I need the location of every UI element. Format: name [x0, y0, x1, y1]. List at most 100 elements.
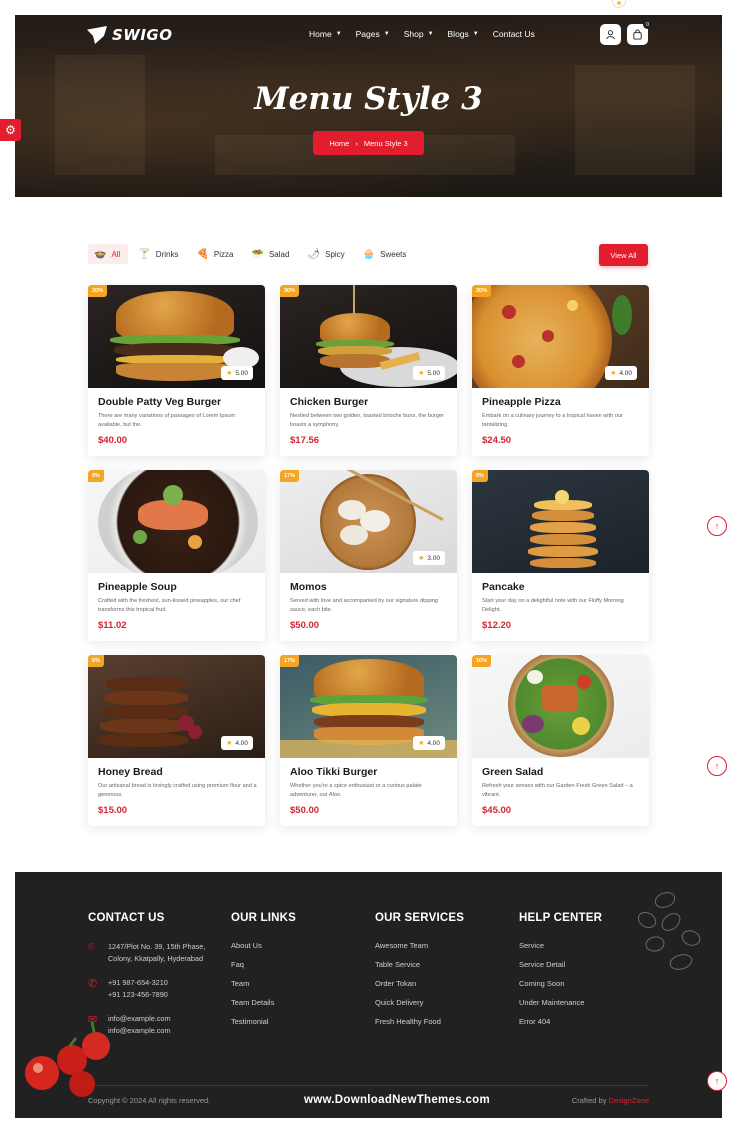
footer-heading: OUR LINKS — [231, 912, 297, 924]
gear-icon: ⚙ — [5, 123, 16, 137]
item-price: $50.00 — [290, 620, 320, 631]
settings-toggle[interactable]: ⚙ — [0, 119, 21, 141]
footer-link-quick-delivery[interactable]: Quick Delivery — [375, 998, 464, 1017]
filter-all[interactable]: 🍲 All — [88, 244, 129, 264]
menu-grid: 20% ★ 5.00 Double Patty Veg Burger There … — [88, 285, 649, 826]
filter-salad[interactable]: 🥗 Salad — [245, 244, 297, 264]
item-description: Start your day on a delightful note with… — [482, 598, 624, 613]
all-food-icon: 🍲 — [94, 248, 107, 260]
footer-link-table-service[interactable]: Table Service — [375, 960, 464, 979]
item-description: Our artisanal bread is lovingly crafted … — [98, 783, 257, 798]
rating-value: 5.00 — [235, 369, 248, 377]
brand-logo[interactable]: SWIGO — [87, 26, 173, 44]
menu-card[interactable]: 8% Pancake Start your day on a delightfu… — [472, 470, 649, 641]
menu-card[interactable]: 8% Pineapple Soup Crafted with the fresh… — [88, 470, 265, 641]
page-frame: SWIGO Home ▼ Pages ▼ Shop ▼ Blogs ▼ Contact … — [15, 15, 722, 1118]
star-icon: ★ — [226, 740, 233, 747]
nav-item-home[interactable]: Home ▼ — [309, 29, 342, 39]
nav-item-shop[interactable]: Shop ▼ — [404, 29, 434, 39]
filter-spicy[interactable]: 🌶 Spicy — [301, 244, 352, 264]
breadcrumb-home-link[interactable]: Home — [329, 139, 349, 148]
cart-button[interactable]: 0 — [627, 20, 652, 45]
rating-badge: ★ 4.00 — [413, 736, 445, 750]
item-price: $11.02 — [98, 620, 127, 631]
footer-link-testimonial[interactable]: Testimonial — [231, 1017, 296, 1036]
crafted-brand-link[interactable]: DexignZone — [609, 1096, 649, 1105]
filter-label: Pizza — [213, 249, 234, 259]
filter-pizza[interactable]: 🍕 Pizza — [190, 244, 241, 264]
arrow-up-icon: ↑ — [714, 1076, 720, 1086]
scroll-to-top-button[interactable]: ↑ — [707, 516, 727, 536]
scroll-to-top-button[interactable]: ↑ — [707, 1071, 727, 1091]
item-name[interactable]: Double Patty Veg Burger — [98, 396, 221, 408]
menu-card[interactable]: 6% ★ 4.00 Honey Bread Our artisanal bread… — [88, 655, 265, 826]
footer-link-order-tokan[interactable]: Order Tokan — [375, 979, 464, 998]
chevron-down-icon: ▼ — [335, 31, 342, 37]
nav-item-contact[interactable]: Contact Us — [493, 29, 535, 39]
item-name[interactable]: Momos — [290, 581, 327, 593]
item-price: $12.20 — [482, 620, 512, 631]
item-description: Refresh your senses with our Garden Fres… — [482, 783, 633, 798]
food-image: 8% — [88, 470, 265, 573]
view-all-button[interactable]: View All — [599, 244, 648, 266]
item-price: $40.00 — [98, 435, 128, 446]
menu-card[interactable]: 20% ★ 5.00 Double Patty Veg Burger There … — [88, 285, 265, 456]
footer-heading: HELP CENTER — [519, 912, 603, 924]
main-nav: Home ▼ Pages ▼ Shop ▼ Blogs ▼ Contact Us — [309, 29, 535, 39]
item-name[interactable]: Pineapple Soup — [98, 581, 177, 593]
filter-drinks[interactable]: 🍸 Drinks — [132, 244, 186, 264]
phone-number[interactable]: +91 987-654-3210 — [108, 977, 168, 989]
item-description: Served with love and accompanied by our … — [290, 598, 439, 613]
footer-services: OUR SERVICES Awesome Team Table Service … — [375, 912, 464, 1036]
nav-item-blogs[interactable]: Blogs ▼ — [448, 29, 479, 39]
nav-label: Home — [309, 29, 332, 39]
filter-label: Salad — [268, 249, 290, 259]
item-name[interactable]: Aloo Tikki Burger — [290, 766, 377, 778]
cupcake-icon: 🧁 — [362, 248, 376, 260]
footer-link-maintenance[interactable]: Under Maintenance — [519, 998, 602, 1017]
coffee-beans-icon — [637, 892, 701, 970]
menu-card[interactable]: 17% ★ 4.00 Aloo Tikki Burger Whether you'… — [280, 655, 457, 826]
phone-number[interactable]: +91 123-456-7890 — [108, 989, 168, 1001]
item-name[interactable]: Green Salad — [482, 766, 543, 778]
rating-badge: ★ 5.00 — [413, 366, 445, 380]
filter-label: All — [111, 249, 121, 259]
footer-link-team-details[interactable]: Team Details — [231, 998, 296, 1017]
footer-link-coming-soon[interactable]: Coming Soon — [519, 979, 602, 998]
food-image: 20% ★ 4.00 — [472, 285, 649, 388]
menu-card[interactable]: 20% ★ 4.00 Pineapple Pizza Embark on a cu… — [472, 285, 649, 456]
nav-item-pages[interactable]: Pages ▼ — [356, 29, 390, 39]
item-description: There are many variations of passages of… — [98, 413, 236, 428]
chevron-down-icon: ▼ — [427, 31, 434, 37]
footer-link-about[interactable]: About Us — [231, 941, 296, 960]
brand-name: SWIGO — [112, 26, 173, 44]
menu-card[interactable]: 17% ★ 3.00 Momos Served with love and acc… — [280, 470, 457, 641]
shopping-bag-icon — [633, 29, 642, 40]
scroll-to-top-button[interactable]: ↑ — [707, 756, 727, 776]
contact-address: ⌾ 1247/Plot No. 39, 15th Phase, Colony, K… — [88, 941, 205, 965]
footer-links: OUR LINKS About Us Faq Team Team Details… — [231, 912, 296, 1036]
footer-link-error-404[interactable]: Error 404 — [519, 1017, 602, 1036]
item-name[interactable]: Chicken Burger — [290, 396, 368, 408]
footer-link-team[interactable]: Team — [231, 979, 296, 998]
menu-card[interactable]: 30% ★ 5.00 Chicken Burger Nestled between… — [280, 285, 457, 456]
crafted-by: Crafted by DexignZone — [572, 1096, 649, 1105]
footer-link-fresh-food[interactable]: Fresh Healthy Food — [375, 1017, 464, 1036]
discount-badge: 8% — [472, 470, 488, 482]
footer-link-service[interactable]: Service — [519, 941, 602, 960]
discount-badge: 8% — [88, 470, 104, 482]
item-name[interactable]: Honey Bread — [98, 766, 163, 778]
item-price: $17.56 — [290, 435, 320, 446]
chevron-right-icon: › — [355, 138, 358, 148]
filter-sweets[interactable]: 🧁 Sweets — [357, 244, 415, 264]
item-name[interactable]: Pancake — [482, 581, 525, 593]
account-button[interactable] — [600, 24, 621, 45]
address-line: 1247/Plot No. 39, 15th Phase, — [108, 942, 206, 951]
item-description: Whether you're a spice enthusiast or a c… — [290, 783, 422, 798]
menu-card[interactable]: 10% Green Salad Refresh your senses with… — [472, 655, 649, 826]
item-description: Nestled between two golden, toasted brio… — [290, 413, 444, 428]
footer-link-faq[interactable]: Faq — [231, 960, 296, 979]
footer-link-service-detail[interactable]: Service Detail — [519, 960, 602, 979]
item-name[interactable]: Pineapple Pizza — [482, 396, 561, 408]
footer-link-awesome-team[interactable]: Awesome Team — [375, 941, 464, 960]
